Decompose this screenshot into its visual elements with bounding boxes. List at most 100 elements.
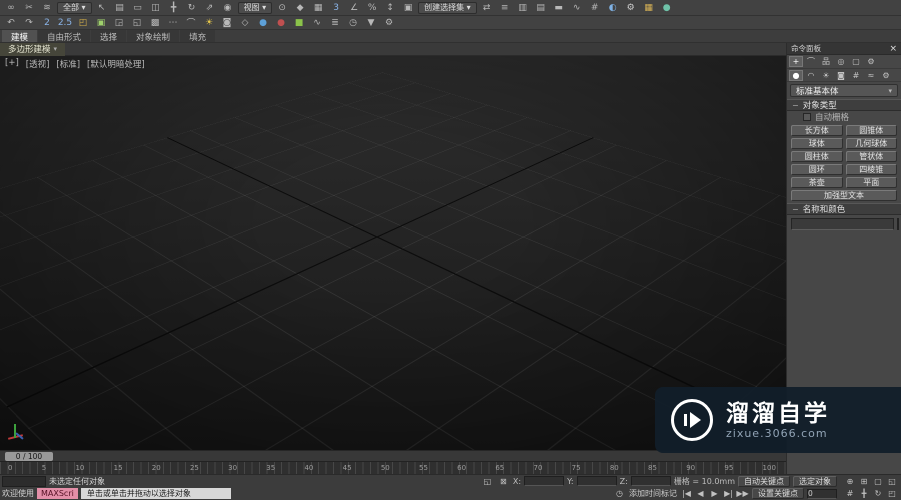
selection-filter-dropdown[interactable]: 全部 ▾ [57,1,92,14]
array-tool-icon[interactable]: ▩ [147,17,163,29]
snap-toggle-3d-icon[interactable]: 3 [328,2,344,14]
ribbon-tab-populate[interactable]: 填充 [180,30,216,43]
zoom-all-icon[interactable]: ⊞ [857,475,871,487]
key-selection-dropdown[interactable]: 选定对象 [793,475,837,487]
align-icon[interactable]: ≡ [497,2,513,14]
select-and-manipulate-icon[interactable]: ◆ [292,2,308,14]
material-sphere-red-icon[interactable]: ● [273,17,289,29]
z-coordinate-field[interactable] [630,476,671,486]
render-setup-icon[interactable]: ⚙ [623,2,639,14]
ribbon-tab-selection[interactable]: 选择 [91,30,127,43]
time-slider-thumb[interactable]: 0 / 100 [5,452,53,461]
ribbon-tab-object-paint[interactable]: 对象绘制 [127,30,180,43]
rendered-frame-window-icon[interactable]: ▦ [641,2,657,14]
torus-button[interactable]: 圆环 [791,164,843,175]
spinner-snap-icon[interactable]: ↕ [382,2,398,14]
helper-icon[interactable]: ◇ [237,17,253,29]
viewport-label[interactable]: [默认明暗处理] [87,58,145,70]
toggle-ribbon-icon[interactable]: ▬ [551,2,567,14]
modify-tab[interactable]: ⌒ [804,56,818,67]
maxscript-mini-listener[interactable] [2,475,46,487]
shapes-category-icon[interactable]: ◠ [804,70,818,81]
textplus-button[interactable]: 加强型文本 [791,190,897,201]
graph-tool-icon[interactable]: ≣ [327,17,343,29]
pyramid-button[interactable]: 四棱锥 [845,164,897,175]
bind-to-spacewarp-icon[interactable]: ≋ [39,2,55,14]
angle-snap-icon[interactable]: ∠ [346,2,362,14]
rectangular-selection-region-icon[interactable]: ▭ [130,2,146,14]
redo-icon[interactable]: ↷ [21,17,37,29]
open-folder-icon[interactable]: ◰ [75,17,91,29]
cameras-category-icon[interactable]: ◙ [834,70,848,81]
play-button[interactable]: ▶ [708,488,721,499]
object-type-rollout[interactable]: − 对象类型 [787,99,901,111]
zoom-region-icon[interactable]: # [843,487,857,499]
cube-green-icon[interactable]: ■ [291,17,307,29]
time-config-icon[interactable]: ◷ [345,17,361,29]
current-frame-field[interactable] [807,488,837,499]
ribbon-tab-modeling[interactable]: 建模 [2,30,38,43]
cone-button[interactable]: 圆锥体 [845,125,897,136]
autogrid-checkbox[interactable] [803,113,811,121]
percent-snap-icon[interactable]: % [364,2,380,14]
x-coordinate-field[interactable] [524,476,565,486]
motion-tab[interactable]: ◎ [834,56,848,67]
lights-category-icon[interactable]: ☀ [819,70,833,81]
curve-editor-icon[interactable]: ∿ [569,2,585,14]
name-color-rollout[interactable]: − 名称和颜色 [787,203,901,215]
filter-icon[interactable]: ▼ [363,17,379,29]
reference-coordinate-dropdown[interactable]: 视图 ▾ [237,1,273,14]
zoom-extents-icon[interactable]: ▢ [871,475,885,487]
auto-key-button[interactable]: 自动关键点 [738,475,790,487]
render-production-icon[interactable]: ● [659,2,675,14]
mirror-icon[interactable]: ⇄ [479,2,495,14]
select-by-name-icon[interactable]: ▤ [112,2,128,14]
toggle-scene-explorer-icon[interactable]: ▥ [515,2,531,14]
curve-tool-icon[interactable]: ∿ [309,17,325,29]
toggle-layer-explorer-icon[interactable]: ▤ [533,2,549,14]
edit-named-selection-sets-icon[interactable]: ▣ [400,2,416,14]
spacewarps-category-icon[interactable]: ≈ [864,70,878,81]
box-button[interactable]: 长方体 [791,125,843,136]
lock-selection-icon[interactable]: ⊠ [497,476,510,487]
undo-icon[interactable]: ↶ [3,17,19,29]
tube-button[interactable]: 管状体 [845,151,897,162]
orbit-icon[interactable]: ↻ [871,487,885,499]
previous-frame-button[interactable]: ◀ [694,488,707,499]
polygon-modeling-panel-button[interactable]: 多边形建模 ▾ [0,42,66,56]
track-bar[interactable]: 0 5 10 15 20 25 30 35 40 45 50 55 60 65 70 75 80 85 90 95 10… [0,461,786,474]
use-pivot-center-icon[interactable]: ⊙ [274,2,290,14]
cylinder-button[interactable]: 圆柱体 [791,151,843,162]
y-coordinate-field[interactable] [576,476,617,486]
plane-button[interactable]: 平面 [845,177,897,188]
viewport-label[interactable]: [+] [5,58,19,70]
camera-create-icon[interactable]: ◙ [219,17,235,29]
geosphere-button[interactable]: 几何球体 [845,138,897,149]
next-frame-button[interactable]: ▶| [722,488,735,499]
select-link-icon[interactable]: ∞ [3,2,19,14]
zoom-icon[interactable]: ⊕ [843,475,857,487]
display-tab[interactable]: ▢ [849,56,863,67]
select-object-icon[interactable]: ↖ [94,2,110,14]
viewport-label[interactable]: [标准] [56,58,80,70]
select-and-move-icon[interactable]: ╋ [166,2,182,14]
go-to-end-button[interactable]: ▶▶ [736,488,749,499]
window-crossing-icon[interactable]: ◫ [148,2,164,14]
pan-icon[interactable]: ╋ [857,487,871,499]
material-editor-icon[interactable]: ◐ [605,2,621,14]
object-color-swatch[interactable] [897,218,899,230]
isolate-selection-icon[interactable]: ◱ [481,476,494,487]
set-key-button[interactable]: 设置关键点 [752,488,804,499]
utilities-tab[interactable]: ⚙ [864,56,878,67]
object-name-field[interactable] [791,218,894,230]
helpers-category-icon[interactable]: # [849,70,863,81]
geometry-category-icon[interactable]: ● [789,69,803,81]
select-and-rotate-icon[interactable]: ↻ [184,2,200,14]
spacing-tool-icon[interactable]: ⋯ [165,17,181,29]
measure-icon[interactable]: ⌒ [183,17,199,29]
keyboard-override-icon[interactable]: ▦ [310,2,326,14]
maximize-viewport-icon[interactable]: ◰ [885,487,899,499]
close-icon[interactable]: × [889,44,897,54]
teapot-button[interactable]: 茶壶 [791,177,843,188]
ribbon-tab-freeform[interactable]: 自由形式 [38,30,91,43]
